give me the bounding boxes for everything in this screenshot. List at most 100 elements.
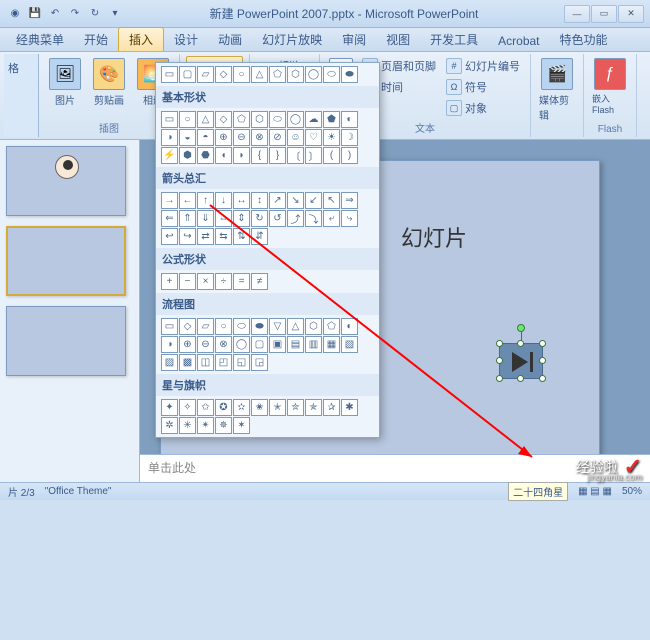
shape-option[interactable]: ⤷ (341, 210, 358, 227)
shape-option[interactable]: ▧ (341, 336, 358, 353)
shape-option[interactable]: ◱ (233, 354, 250, 371)
tab-review[interactable]: 审阅 (332, 28, 376, 51)
shape-option[interactable]: ↘ (287, 192, 304, 209)
shape-option[interactable]: ↕ (251, 192, 268, 209)
shape-option[interactable]: + (161, 273, 178, 290)
close-button[interactable]: ✕ (618, 5, 644, 23)
shape-option[interactable]: ↗ (269, 192, 286, 209)
object-button[interactable]: ▢ 对象 (442, 98, 524, 118)
shape-option[interactable]: ▽ (269, 318, 286, 335)
shape-option[interactable]: ⊗ (251, 129, 268, 146)
shape-option[interactable]: ◖ (215, 147, 232, 164)
shape-option[interactable]: ↖ (323, 192, 340, 209)
shape-option[interactable]: ▱ (197, 66, 214, 83)
resize-handle-n[interactable] (517, 340, 524, 347)
shape-option[interactable]: ← (179, 192, 196, 209)
shape-option[interactable]: △ (197, 111, 214, 128)
shape-option[interactable]: ◒ (179, 129, 196, 146)
shape-option[interactable]: ◗ (233, 147, 250, 164)
thumbnail-1[interactable] (6, 146, 133, 216)
shape-option[interactable]: ⇒ (341, 192, 358, 209)
shape-option[interactable]: ▥ (305, 336, 322, 353)
shape-option[interactable]: ◓ (197, 129, 214, 146)
shape-option[interactable]: ◯ (305, 66, 322, 83)
shape-option[interactable]: ◰ (215, 354, 232, 371)
shape-option[interactable]: 〔 (287, 147, 304, 164)
rotate-handle[interactable] (517, 324, 525, 332)
shape-option[interactable]: ⬡ (287, 66, 304, 83)
shape-option[interactable]: ✳ (179, 417, 196, 434)
shape-option[interactable]: ⇅ (233, 228, 250, 245)
shape-option[interactable]: ⇑ (179, 210, 196, 227)
shape-option[interactable]: ✲ (161, 417, 178, 434)
shape-option[interactable]: ↑ (197, 192, 214, 209)
shape-option[interactable]: ⬭ (323, 66, 340, 83)
shape-option[interactable]: ⇵ (251, 228, 268, 245)
undo-icon[interactable]: ↶ (46, 5, 64, 23)
shape-option[interactable]: ( (323, 147, 340, 164)
shape-option[interactable]: △ (287, 318, 304, 335)
shape-option[interactable]: ✧ (179, 399, 196, 416)
shape-option[interactable]: ⇔ (215, 210, 232, 227)
shape-option[interactable]: ◯ (233, 336, 250, 353)
shape-option[interactable]: ⬢ (179, 147, 196, 164)
shape-option[interactable]: ⤶ (323, 210, 340, 227)
resize-handle-nw[interactable] (496, 340, 503, 347)
shape-option[interactable]: ↩ (161, 228, 178, 245)
shape-option[interactable]: ◐ (341, 318, 358, 335)
qat-more-icon[interactable]: ▾ (106, 5, 124, 23)
shape-option[interactable]: ⬭ (269, 111, 286, 128)
shape-option[interactable]: ♡ (305, 129, 322, 146)
refresh-icon[interactable]: ↻ (86, 5, 104, 23)
shape-option[interactable]: ✪ (215, 399, 232, 416)
shape-option[interactable]: ⬣ (197, 147, 214, 164)
selected-shape[interactable] (499, 343, 543, 379)
shape-option[interactable]: ⬡ (305, 318, 322, 335)
shape-option[interactable]: 〕 (305, 147, 322, 164)
shape-option[interactable]: ◐ (341, 111, 358, 128)
shape-option[interactable]: ✶ (233, 417, 250, 434)
shape-option[interactable]: ▭ (161, 318, 178, 335)
resize-handle-e[interactable] (539, 357, 546, 364)
shape-option[interactable]: ⬠ (323, 318, 340, 335)
thumb-slide-1[interactable] (6, 146, 126, 216)
shape-option[interactable]: ◑ (161, 129, 178, 146)
shape-option[interactable]: → (161, 192, 178, 209)
shape-option[interactable]: ◇ (215, 66, 232, 83)
insert-picture-button[interactable]: 🖼 图片 (45, 56, 85, 109)
media-clip-button[interactable]: 🎬 媒体剪辑 (537, 56, 577, 124)
shape-option[interactable]: ⬠ (269, 66, 286, 83)
shape-option[interactable]: ✩ (197, 399, 214, 416)
shape-option[interactable]: ⤵ (305, 210, 322, 227)
shape-option[interactable]: ⊗ (215, 336, 232, 353)
insert-clipart-button[interactable]: 🎨 剪贴画 (89, 56, 129, 109)
shape-option[interactable]: ✴ (197, 417, 214, 434)
shape-option[interactable]: ◲ (251, 354, 268, 371)
shape-option[interactable]: ◯ (287, 111, 304, 128)
shape-option[interactable]: − (179, 273, 196, 290)
shape-option[interactable]: ⇓ (197, 210, 214, 227)
shape-option[interactable]: ☀ (323, 129, 340, 146)
shape-option[interactable]: ◫ (197, 354, 214, 371)
shape-option[interactable]: ÷ (215, 273, 232, 290)
shape-option[interactable]: ▤ (287, 336, 304, 353)
tab-slideshow[interactable]: 幻灯片放映 (252, 28, 332, 51)
shape-option[interactable]: ⬟ (323, 111, 340, 128)
shape-option[interactable]: ◇ (215, 111, 232, 128)
shape-option[interactable]: ↔ (233, 192, 250, 209)
minimize-button[interactable]: — (564, 5, 590, 23)
status-zoom[interactable]: 50% (622, 486, 642, 497)
tab-acrobat[interactable]: Acrobat (488, 31, 549, 51)
shape-option[interactable]: ▢ (251, 336, 268, 353)
shape-option[interactable]: ⊖ (233, 129, 250, 146)
shape-option[interactable]: ⚡ (161, 147, 178, 164)
shape-option[interactable]: ✵ (215, 417, 232, 434)
tab-insert[interactable]: 插入 (118, 27, 164, 51)
shape-option[interactable]: ◑ (161, 336, 178, 353)
shape-option[interactable]: ☁ (305, 111, 322, 128)
shape-option[interactable]: ▭ (161, 66, 178, 83)
slide-number-button[interactable]: # 幻灯片编号 (442, 56, 524, 76)
resize-handle-w[interactable] (496, 357, 503, 364)
shape-option[interactable]: ▭ (161, 111, 178, 128)
shape-option[interactable]: ⊘ (269, 129, 286, 146)
